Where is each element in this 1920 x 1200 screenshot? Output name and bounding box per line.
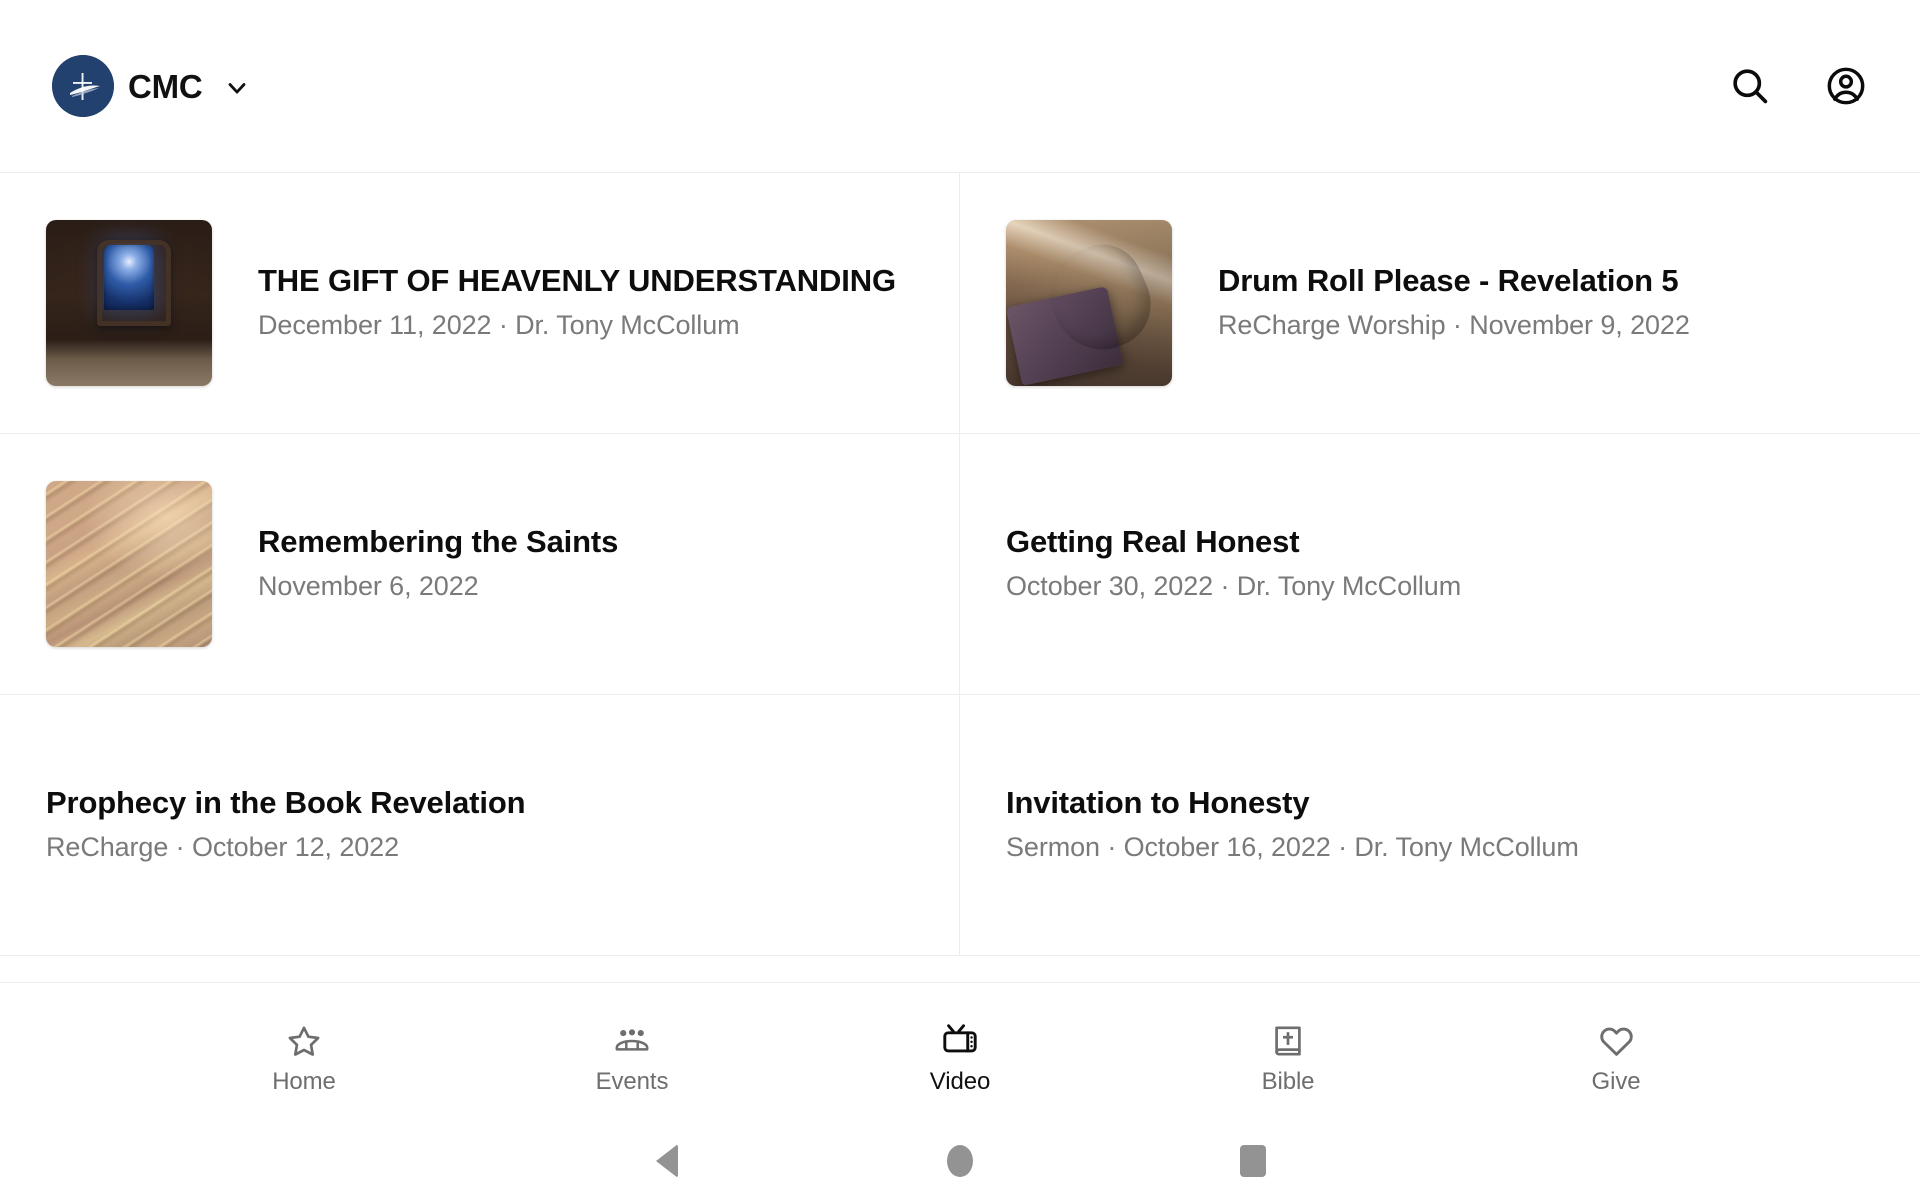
search-icon[interactable] [1724,60,1776,112]
android-back-button[interactable] [632,1126,702,1196]
book-cross-icon [1270,1021,1306,1061]
video-card-text: Drum Roll Please - Revelation 5 ReCharge… [1172,263,1880,343]
video-grid: THE GIFT OF HEAVENLY UNDERSTANDING Decem… [0,173,1920,956]
topbar-actions [1724,60,1872,112]
television-icon [941,1021,979,1061]
people-group-icon [613,1021,651,1061]
tab-label: Bible [1261,1068,1315,1095]
video-card-text: Invitation to Honesty Sermon · October 1… [1006,785,1880,865]
tab-label: Video [929,1068,991,1095]
android-home-button[interactable] [925,1126,995,1196]
tab-label: Give [1591,1068,1641,1095]
video-title: Invitation to Honesty [1006,785,1310,821]
video-card[interactable]: Drum Roll Please - Revelation 5 ReCharge… [960,173,1920,434]
android-system-nav-bar [0,1122,1920,1200]
church-cross-swoosh-logo [52,55,114,117]
bottom-tab-bar: Home Events Video Bible Give [0,982,1920,1122]
video-meta: ReCharge Worship · November 9, 2022 [1218,310,1690,341]
account-circle-icon[interactable] [1820,60,1872,112]
tab-bible[interactable]: Bible [1124,983,1452,1122]
video-thumbnail [1006,220,1172,386]
video-card[interactable]: Getting Real Honest October 30, 2022 · D… [960,434,1920,695]
video-card[interactable]: THE GIFT OF HEAVENLY UNDERSTANDING Decem… [0,173,960,434]
video-card[interactable]: Remembering the Saints November 6, 2022 [0,434,960,695]
video-thumbnail [46,481,212,647]
video-title: Prophecy in the Book Revelation [46,785,526,821]
video-card-text: Prophecy in the Book Revelation ReCharge… [46,785,919,865]
tab-events[interactable]: Events [468,983,796,1122]
square-icon [1240,1145,1267,1177]
app-root: CMC THE GIFT OF HEAVENLY UNDERSTANDING D… [0,0,1920,1200]
brand-name: CMC [128,67,203,105]
video-list-region: THE GIFT OF HEAVENLY UNDERSTANDING Decem… [0,172,1920,982]
video-card-text: Remembering the Saints November 6, 2022 [212,524,919,604]
android-recents-button[interactable] [1218,1126,1288,1196]
tab-label: Events [595,1068,669,1095]
circle-icon [946,1145,973,1177]
heart-outline-icon [1598,1021,1635,1061]
video-thumbnail [46,220,212,386]
video-title: Remembering the Saints [258,524,619,560]
tab-give[interactable]: Give [1452,983,1780,1122]
video-card[interactable]: Invitation to Honesty Sermon · October 1… [960,695,1920,956]
triangle-left-icon [655,1144,678,1178]
tab-label: Home [272,1068,336,1095]
video-meta: ReCharge · October 12, 2022 [46,832,400,863]
video-title: THE GIFT OF HEAVENLY UNDERSTANDING [258,263,896,299]
brand-switcher[interactable]: CMC [52,55,251,117]
video-card-text: THE GIFT OF HEAVENLY UNDERSTANDING Decem… [212,263,919,343]
tab-home[interactable]: Home [140,983,468,1122]
video-card-text: Getting Real Honest October 30, 2022 · D… [1006,524,1880,604]
video-meta: November 6, 2022 [258,571,479,602]
tab-video[interactable]: Video [796,983,1124,1122]
video-title: Getting Real Honest [1006,524,1300,560]
top-app-bar: CMC [0,0,1920,172]
video-title: Drum Roll Please - Revelation 5 [1218,263,1679,299]
video-card[interactable]: Prophecy in the Book Revelation ReCharge… [0,695,960,956]
video-meta: December 11, 2022 · Dr. Tony McCollum [258,310,740,341]
star-outline-icon [286,1021,322,1061]
video-meta: Sermon · October 16, 2022 · Dr. Tony McC… [1006,832,1579,863]
chevron-down-icon[interactable] [223,74,251,102]
video-meta: October 30, 2022 · Dr. Tony McCollum [1006,571,1462,602]
